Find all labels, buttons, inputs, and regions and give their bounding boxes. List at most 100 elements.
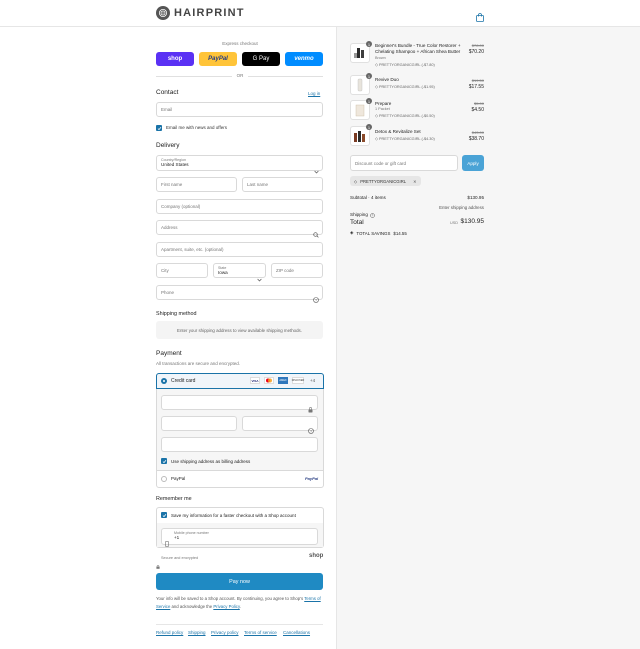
product-name: Detox & Revitalize Set (375, 129, 421, 134)
product-variant: Brown (375, 56, 386, 60)
city-field[interactable]: City (156, 263, 208, 278)
paypal-logo: PayPal (305, 476, 319, 481)
footer-link-cancellations[interactable]: Cancellations (283, 630, 310, 635)
discount-code-field[interactable]: Discount code or gift card (350, 155, 458, 171)
footer-link-terms[interactable]: Terms of service (244, 630, 277, 635)
svg-text:?: ? (372, 214, 374, 218)
close-icon[interactable]: ✕ (413, 179, 417, 184)
google-pay-button[interactable]: G Pay (242, 52, 280, 66)
address-field[interactable]: Address (156, 220, 323, 235)
divider (156, 624, 323, 625)
payment-heading: Payment (156, 350, 182, 357)
name-on-card-field[interactable] (161, 437, 318, 452)
login-link[interactable]: Log in (308, 91, 320, 96)
venmo-button[interactable]: venmo (285, 52, 323, 66)
quantity-badge: 1 (366, 41, 372, 47)
privacy-policy-link[interactable]: Privacy Policy (213, 604, 239, 609)
shop-disclaimer: Your info will be saved to a Shop accoun… (156, 595, 326, 610)
footer-link-privacy[interactable]: Privacy policy (211, 630, 239, 635)
pay-now-button[interactable]: Pay now (156, 573, 323, 590)
disclaimer-text: and acknowledge the (170, 603, 214, 609)
apartment-field[interactable]: Apartment, suite, etc. (optional) (156, 242, 323, 257)
news-checkbox[interactable] (156, 125, 162, 131)
brand-name: HAIRPRINT (174, 7, 245, 19)
country-value: United States (161, 162, 189, 167)
price: $17.55 (468, 84, 484, 90)
visa-icon: VISA (250, 377, 260, 384)
shield-icon (156, 556, 160, 574)
expiration-field[interactable] (161, 416, 237, 431)
shipping-method-note: Enter your shipping address to view avai… (156, 321, 323, 339)
product-variant: 1 Packet (375, 107, 390, 111)
phone-icon (165, 534, 169, 552)
first-name-field[interactable]: First name (156, 177, 237, 192)
price: $70.20 (468, 49, 484, 55)
more-cards-badge: +4 (310, 378, 316, 383)
subtotal-label: Subtotal · 4 items (350, 195, 386, 200)
total-label: Total (350, 219, 364, 226)
disclaimer-text: . (239, 603, 241, 609)
product-thumbnail: 1 (350, 124, 372, 146)
disclaimer-text: Your info will be saved to a Shop accoun… (156, 596, 304, 601)
paypal-option-label[interactable]: PayPal (171, 476, 185, 481)
remember-me-heading: Remember me (156, 496, 192, 502)
shopping-bag-icon[interactable] (476, 9, 484, 22)
country-select[interactable]: Country/Region United States (156, 155, 323, 171)
amex-icon: AMEX (278, 377, 288, 384)
original-price: $43.00 (471, 130, 484, 135)
shipping-method-heading: Shipping method (156, 311, 197, 317)
company-field[interactable]: Company (optional) (156, 199, 323, 214)
product-thumbnail: 1 (350, 98, 372, 120)
price: $4.50 (471, 107, 484, 113)
header (0, 0, 640, 27)
mobile-phone-field[interactable]: Mobile phone number +1 (161, 528, 318, 545)
contact-heading: Contact (156, 89, 179, 96)
svg-text:?: ? (315, 298, 317, 302)
search-icon (313, 225, 319, 243)
applied-discount-code: PRETTYORGANICGIRL (360, 178, 407, 184)
billing-checkbox-label: Use shipping address as billing address (171, 459, 251, 464)
credit-card-radio[interactable] (161, 378, 167, 384)
total-savings: ◈ TOTAL SAVINGS $14.55 (350, 230, 407, 236)
product-thumbnail: 1 (350, 41, 372, 63)
paypal-button[interactable]: PayPal (199, 52, 237, 66)
last-name-field[interactable]: Last name (242, 177, 323, 192)
product-name: Beginner's Bundle - True Color Restorer … (375, 43, 461, 54)
discount-line: ◇ PRETTYORGANICGIRL (-$7.80) (375, 62, 435, 67)
zip-field[interactable]: ZIP code (271, 263, 323, 278)
footer-link-refund[interactable]: Refund policy (156, 630, 183, 635)
discount-text: PRETTYORGANICGIRL (-$0.50) (378, 114, 435, 118)
savings-value: $14.55 (393, 230, 407, 236)
savings-label: TOTAL SAVINGS (356, 230, 391, 236)
billing-checkbox[interactable] (161, 458, 167, 464)
divider (248, 76, 323, 77)
footer-link-shipping[interactable]: Shipping (188, 630, 206, 635)
shop-pay-button[interactable]: shop (156, 52, 194, 66)
card-number-field[interactable] (161, 395, 318, 410)
order-summary-panel (336, 27, 640, 649)
news-checkbox-label: Email me with news and offers (166, 125, 227, 130)
credit-card-label: Credit card (171, 378, 196, 384)
shipping-label: Shipping (350, 211, 368, 217)
product-name: Prepare (375, 101, 392, 106)
save-info-checkbox[interactable] (161, 512, 167, 518)
brand-logo[interactable]: HAIRPRINT (156, 6, 245, 20)
discount-text: PRETTYORGANICGIRL (-$7.80) (378, 63, 435, 67)
help-icon[interactable]: ? (370, 205, 375, 223)
paypal-radio[interactable] (161, 476, 167, 482)
apply-button[interactable]: Apply (462, 155, 484, 171)
discount-line: ◇ PRETTYORGANICGIRL (-$0.50) (375, 113, 435, 118)
phone-field[interactable]: Phone (156, 285, 323, 300)
applied-discount-chip: ◇ PRETTYORGANICGIRL ✕ (350, 176, 421, 186)
secure-label: Secure and encrypted (161, 556, 199, 560)
delivery-heading: Delivery (156, 142, 180, 149)
security-code-field[interactable] (242, 416, 318, 431)
shipping-value: Enter shipping address (439, 205, 484, 210)
product-thumbnail: 1 (350, 73, 372, 95)
help-icon[interactable]: ? (313, 290, 319, 308)
discount-line: ◇ PRETTYORGANICGIRL (-$1.95) (375, 84, 435, 89)
tag-icon: ◇ (354, 178, 358, 184)
total-value: $130.95 (460, 218, 485, 225)
quantity-badge: 1 (366, 73, 372, 79)
email-field[interactable]: Email (156, 102, 323, 117)
